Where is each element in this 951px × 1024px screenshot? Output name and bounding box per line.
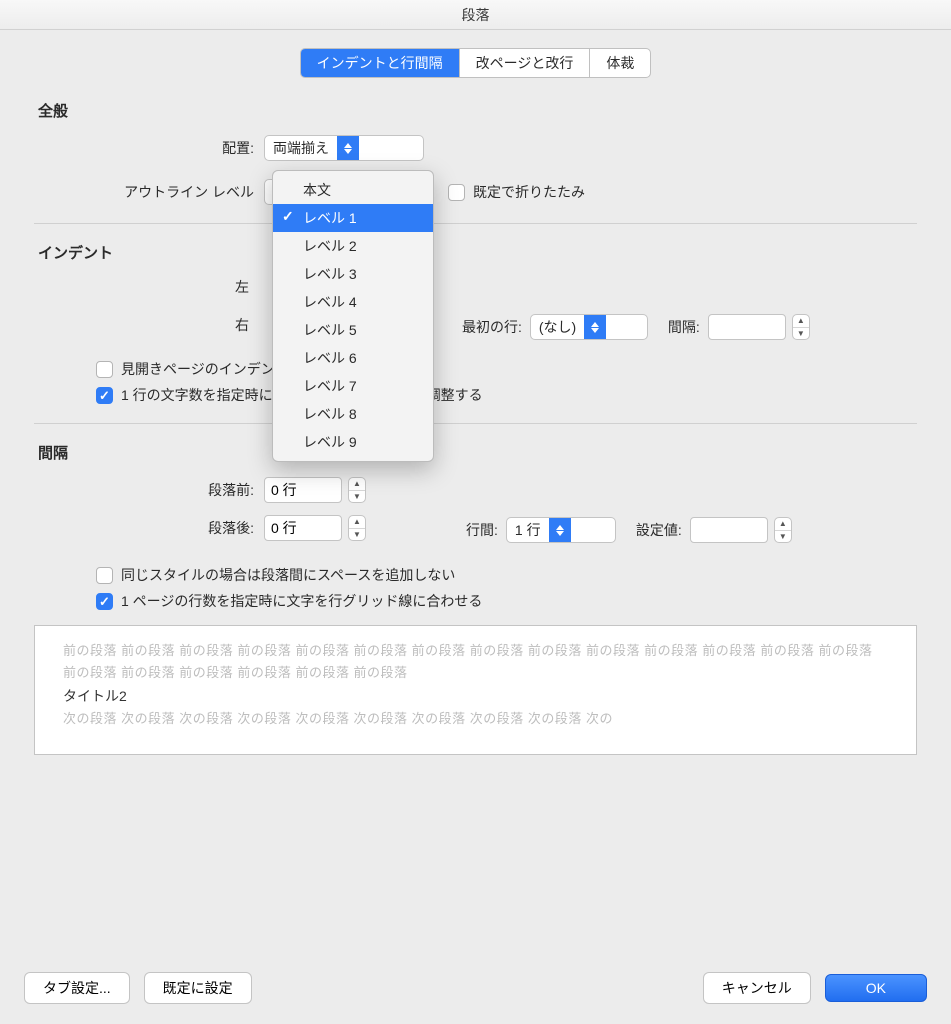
chevron-up-icon: ▲ xyxy=(349,478,365,491)
dropdown-item[interactable]: レベル 5 xyxy=(273,316,433,344)
align-value: 両端揃え xyxy=(265,138,337,158)
mirror-indent-checkbox[interactable] xyxy=(96,361,113,378)
space-after-label: 段落後: xyxy=(34,518,264,538)
chevron-up-icon: ▲ xyxy=(349,516,365,529)
tabs-button[interactable]: タブ設定... xyxy=(24,972,130,1004)
align-label: 配置: xyxy=(34,138,264,158)
ok-button[interactable]: OK xyxy=(825,974,927,1002)
auto-indent-checkbox[interactable] xyxy=(96,387,113,404)
dropdown-item[interactable]: レベル 6 xyxy=(273,344,433,372)
outline-label: アウトライン レベル xyxy=(34,182,264,202)
cancel-button[interactable]: キャンセル xyxy=(703,972,811,1004)
indent-spacing-stepper[interactable]: ▲ ▼ xyxy=(792,314,810,340)
divider xyxy=(34,423,917,424)
chevron-down-icon: ▼ xyxy=(793,328,809,340)
setvalue-label: 設定値: xyxy=(636,520,682,540)
space-before-input[interactable] xyxy=(264,477,342,503)
firstline-value: (なし) xyxy=(531,317,584,337)
chevron-updown-icon xyxy=(584,314,606,340)
divider xyxy=(34,223,917,224)
indent-left-label: 左 xyxy=(34,277,259,297)
setvalue-input[interactable] xyxy=(690,517,768,543)
chevron-down-icon: ▼ xyxy=(349,529,365,541)
setvalue-stepper[interactable]: ▲ ▼ xyxy=(774,517,792,543)
dropdown-item[interactable]: レベル 3 xyxy=(273,260,433,288)
section-indent: インデント xyxy=(38,242,917,263)
space-before-label: 段落前: xyxy=(34,480,264,500)
no-same-style-space-checkbox[interactable] xyxy=(96,567,113,584)
collapse-checkbox[interactable] xyxy=(448,184,465,201)
preview-next-text: 次の段落 次の段落 次の段落 次の段落 次の段落 次の段落 次の段落 次の段落 … xyxy=(63,708,888,730)
dropdown-item[interactable]: レベル 7 xyxy=(273,372,433,400)
line-spacing-label: 行間: xyxy=(466,520,498,540)
indent-right-label: 右 xyxy=(34,315,259,335)
dropdown-item[interactable]: レベル 9 xyxy=(273,428,433,456)
chevron-updown-icon xyxy=(549,517,571,543)
firstline-label: 最初の行: xyxy=(462,317,522,337)
line-spacing-select[interactable]: 1 行 xyxy=(506,517,616,543)
chevron-down-icon: ▼ xyxy=(349,491,365,503)
bottom-bar: タブ設定... 既定に設定 キャンセル OK xyxy=(0,958,951,1024)
dropdown-item[interactable]: レベル 2 xyxy=(273,232,433,260)
chevron-updown-icon xyxy=(337,135,359,161)
chevron-up-icon: ▲ xyxy=(793,315,809,328)
snap-to-grid-label: 1 ページの行数を指定時に文字を行グリッド線に合わせる xyxy=(121,591,482,611)
tab-typography[interactable]: 体裁 xyxy=(590,49,650,77)
dropdown-item[interactable]: レベル 8 xyxy=(273,400,433,428)
dropdown-item[interactable]: レベル 4 xyxy=(273,288,433,316)
tab-indent-spacing[interactable]: インデントと行間隔 xyxy=(301,49,460,77)
chevron-down-icon: ▼ xyxy=(775,531,791,543)
align-select[interactable]: 両端揃え xyxy=(264,135,424,161)
set-default-button[interactable]: 既定に設定 xyxy=(144,972,252,1004)
chevron-up-icon: ▲ xyxy=(775,518,791,531)
dropdown-item[interactable]: 本文 xyxy=(273,176,433,204)
segmented-tabs: インデントと行間隔 改ページと改行 体裁 xyxy=(34,48,917,78)
section-spacing: 間隔 xyxy=(38,442,917,463)
preview-prev-text: 前の段落 前の段落 前の段落 前の段落 前の段落 前の段落 前の段落 前の段落 … xyxy=(63,640,888,684)
indent-spacing-input[interactable] xyxy=(708,314,786,340)
indent-spacing-label: 間隔: xyxy=(668,317,700,337)
space-after-stepper[interactable]: ▲ ▼ xyxy=(348,515,366,541)
section-general: 全般 xyxy=(38,100,917,121)
no-same-style-space-label: 同じスタイルの場合は段落間にスペースを追加しない xyxy=(121,565,455,585)
line-spacing-value: 1 行 xyxy=(507,520,549,540)
outline-level-dropdown[interactable]: 本文 レベル 1 レベル 2 レベル 3 レベル 4 レベル 5 レベル 6 レ… xyxy=(272,170,434,462)
dropdown-item[interactable]: レベル 1 xyxy=(273,204,433,232)
snap-to-grid-checkbox[interactable] xyxy=(96,593,113,610)
space-before-stepper[interactable]: ▲ ▼ xyxy=(348,477,366,503)
space-after-input[interactable] xyxy=(264,515,342,541)
preview-sample-text: タイトル2 xyxy=(63,686,888,706)
firstline-select[interactable]: (なし) xyxy=(530,314,648,340)
preview-box: 前の段落 前の段落 前の段落 前の段落 前の段落 前の段落 前の段落 前の段落 … xyxy=(34,625,917,755)
tab-page-breaks[interactable]: 改ページと改行 xyxy=(460,49,591,77)
collapse-label: 既定で折りたたみ xyxy=(473,182,585,202)
dialog-title: 段落 xyxy=(0,0,951,30)
